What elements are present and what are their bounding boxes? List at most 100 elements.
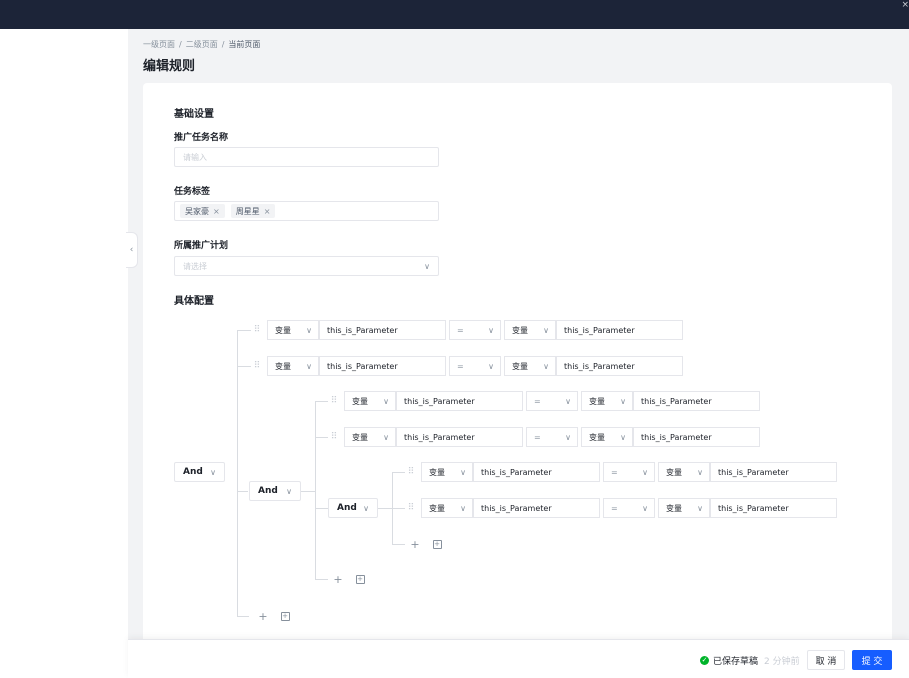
add-group-icon[interactable]: + [428, 535, 446, 553]
chevron-down-icon: ∨ [642, 467, 648, 477]
task-tags-field[interactable]: 吴家豪 × 周星星 × [174, 201, 439, 221]
value-text: this_is_Parameter [641, 432, 712, 442]
parameter-input[interactable]: this_is_Parameter [473, 498, 600, 518]
variable-type-select[interactable]: 变量 ∨ [344, 391, 396, 411]
value-type-select[interactable]: 变量 ∨ [658, 498, 710, 518]
level3-add-actions: + + [406, 535, 450, 553]
parameter-value: this_is_Parameter [327, 325, 398, 335]
logic-select-value: And [183, 467, 203, 477]
value-input[interactable]: this_is_Parameter [710, 462, 837, 482]
value-input[interactable]: this_is_Parameter [633, 427, 760, 447]
window-corner-icon: × [901, 0, 909, 10]
sidebar-collapse-toggle[interactable]: ‹ [126, 232, 138, 268]
save-status-time: 2 分钟前 [764, 657, 800, 667]
add-group-icon[interactable]: + [351, 570, 369, 588]
value-type-value: 变量 [666, 467, 682, 477]
promotion-plan-select[interactable]: 请选择 ∨ [174, 256, 439, 276]
drag-handle-icon[interactable]: ⠿ [251, 325, 263, 335]
value-type-select[interactable]: 变量 ∨ [581, 391, 633, 411]
operator-value: = [457, 325, 464, 335]
chevron-down-icon: ∨ [543, 361, 549, 371]
chevron-down-icon: ∨ [424, 261, 430, 271]
tag-close-icon[interactable]: × [264, 207, 271, 216]
cancel-button[interactable]: 取 消 [807, 650, 845, 670]
breadcrumb-item-level2[interactable]: 二级页面 [186, 40, 218, 49]
chevron-down-icon: ∨ [383, 432, 389, 442]
logic-select-level3[interactable]: And ∨ [328, 498, 378, 518]
chevron-down-icon: ∨ [488, 361, 494, 371]
breadcrumb-item-level1[interactable]: 一级页面 [143, 40, 175, 49]
parameter-value: this_is_Parameter [481, 467, 552, 477]
specific-config-title: 具体配置 [174, 296, 214, 307]
basic-settings-title: 基础设置 [174, 109, 214, 120]
variable-type-select[interactable]: 变量 ∨ [421, 498, 473, 518]
chevron-down-icon: ∨ [697, 467, 703, 477]
drag-handle-icon[interactable]: ⠿ [251, 361, 263, 371]
operator-select[interactable]: = ∨ [603, 498, 655, 518]
drag-handle-icon[interactable]: ⠿ [405, 503, 417, 513]
variable-type-value: 变量 [429, 503, 445, 513]
connector-line [392, 508, 405, 509]
value-type-select[interactable]: 变量 ∨ [504, 356, 556, 376]
add-condition-icon[interactable]: + [406, 535, 424, 553]
chevron-down-icon: ∨ [565, 396, 571, 406]
logic-select-root[interactable]: And ∨ [174, 462, 225, 482]
variable-type-select[interactable]: 变量 ∨ [267, 320, 319, 340]
breadcrumb-separator: / [221, 40, 225, 49]
logic-select-value: And [258, 486, 278, 496]
drag-handle-icon[interactable]: ⠿ [328, 432, 340, 442]
root-add-actions: + + [254, 607, 298, 625]
value-type-select[interactable]: 变量 ∨ [581, 427, 633, 447]
value-input[interactable]: this_is_Parameter [556, 320, 683, 340]
condition-row: ⠿ 变量 ∨ this_is_Parameter = ∨ 变量 ∨ this_is_P… [251, 319, 683, 341]
connector-line [315, 437, 328, 438]
page-title: 编辑规则 [143, 59, 196, 74]
add-condition-icon[interactable]: + [254, 607, 272, 625]
parameter-input[interactable]: this_is_Parameter [396, 427, 523, 447]
add-condition-icon[interactable]: + [329, 570, 347, 588]
variable-type-select[interactable]: 变量 ∨ [421, 462, 473, 482]
task-name-field[interactable] [174, 147, 439, 167]
tag-label: 吴家豪 [185, 206, 209, 216]
tag-close-icon[interactable]: × [213, 207, 220, 216]
connector-line [237, 491, 248, 492]
value-input[interactable]: this_is_Parameter [556, 356, 683, 376]
operator-select[interactable]: = ∨ [449, 320, 501, 340]
tag-chip: 吴家豪 × [180, 204, 225, 218]
variable-type-value: 变量 [352, 396, 368, 406]
parameter-value: this_is_Parameter [404, 432, 475, 442]
check-circle-icon: ✓ [700, 656, 709, 665]
chevron-down-icon: ∨ [620, 396, 626, 406]
value-input[interactable]: this_is_Parameter [710, 498, 837, 518]
operator-select[interactable]: = ∨ [449, 356, 501, 376]
value-input[interactable]: this_is_Parameter [633, 391, 760, 411]
chevron-down-icon: ∨ [383, 396, 389, 406]
variable-type-select[interactable]: 变量 ∨ [344, 427, 396, 447]
operator-value: = [611, 503, 618, 513]
value-text: this_is_Parameter [641, 396, 712, 406]
logic-select-level2[interactable]: And ∨ [249, 481, 301, 501]
drag-handle-icon[interactable]: ⠿ [328, 396, 340, 406]
task-name-input[interactable] [183, 152, 430, 162]
connector-line [237, 330, 238, 616]
parameter-input[interactable]: this_is_Parameter [396, 391, 523, 411]
operator-value: = [534, 396, 541, 406]
condition-row: ⠿ 变量 ∨ this_is_Parameter = ∨ 变量 ∨ this_is_P… [328, 426, 760, 448]
value-text: this_is_Parameter [564, 361, 635, 371]
variable-type-value: 变量 [275, 361, 291, 371]
operator-select[interactable]: = ∨ [526, 427, 578, 447]
submit-button[interactable]: 提 交 [852, 650, 892, 670]
drag-handle-icon[interactable]: ⠿ [405, 467, 417, 477]
parameter-input[interactable]: this_is_Parameter [473, 462, 600, 482]
variable-type-select[interactable]: 变量 ∨ [267, 356, 319, 376]
parameter-value: this_is_Parameter [404, 396, 475, 406]
parameter-input[interactable]: this_is_Parameter [319, 320, 446, 340]
connector-line [237, 366, 251, 367]
value-type-select[interactable]: 变量 ∨ [504, 320, 556, 340]
connector-line [315, 401, 316, 579]
operator-select[interactable]: = ∨ [603, 462, 655, 482]
operator-select[interactable]: = ∨ [526, 391, 578, 411]
parameter-input[interactable]: this_is_Parameter [319, 356, 446, 376]
value-type-select[interactable]: 变量 ∨ [658, 462, 710, 482]
add-group-icon[interactable]: + [276, 607, 294, 625]
